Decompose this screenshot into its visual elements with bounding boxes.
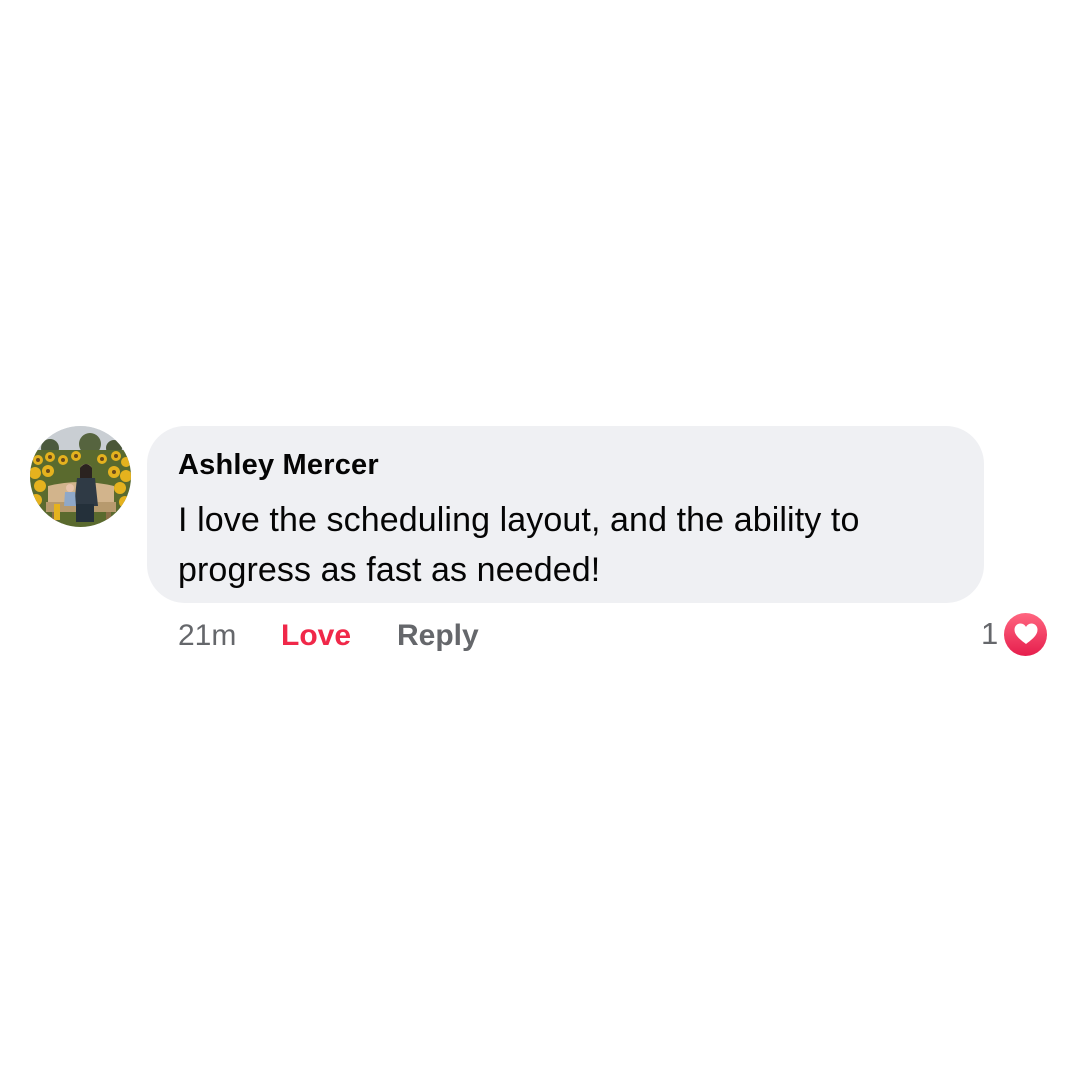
reaction-summary[interactable]: 1 (981, 612, 1048, 656)
comment-bubble: Ashley Mercer I love the scheduling layo… (147, 426, 984, 603)
comment-author[interactable]: Ashley Mercer (178, 448, 954, 482)
love-button[interactable]: Love (281, 614, 351, 658)
comment-text: I love the scheduling layout, and the ab… (178, 501, 860, 589)
heart-icon (1004, 612, 1048, 656)
avatar-photo (30, 426, 131, 527)
reaction-count: 1 (981, 616, 999, 651)
reply-button[interactable]: Reply (397, 614, 479, 658)
avatar[interactable] (30, 426, 131, 527)
comment-timestamp[interactable]: 21m (178, 614, 236, 658)
comment: Ashley Mercer I love the scheduling layo… (0, 0, 1080, 1080)
